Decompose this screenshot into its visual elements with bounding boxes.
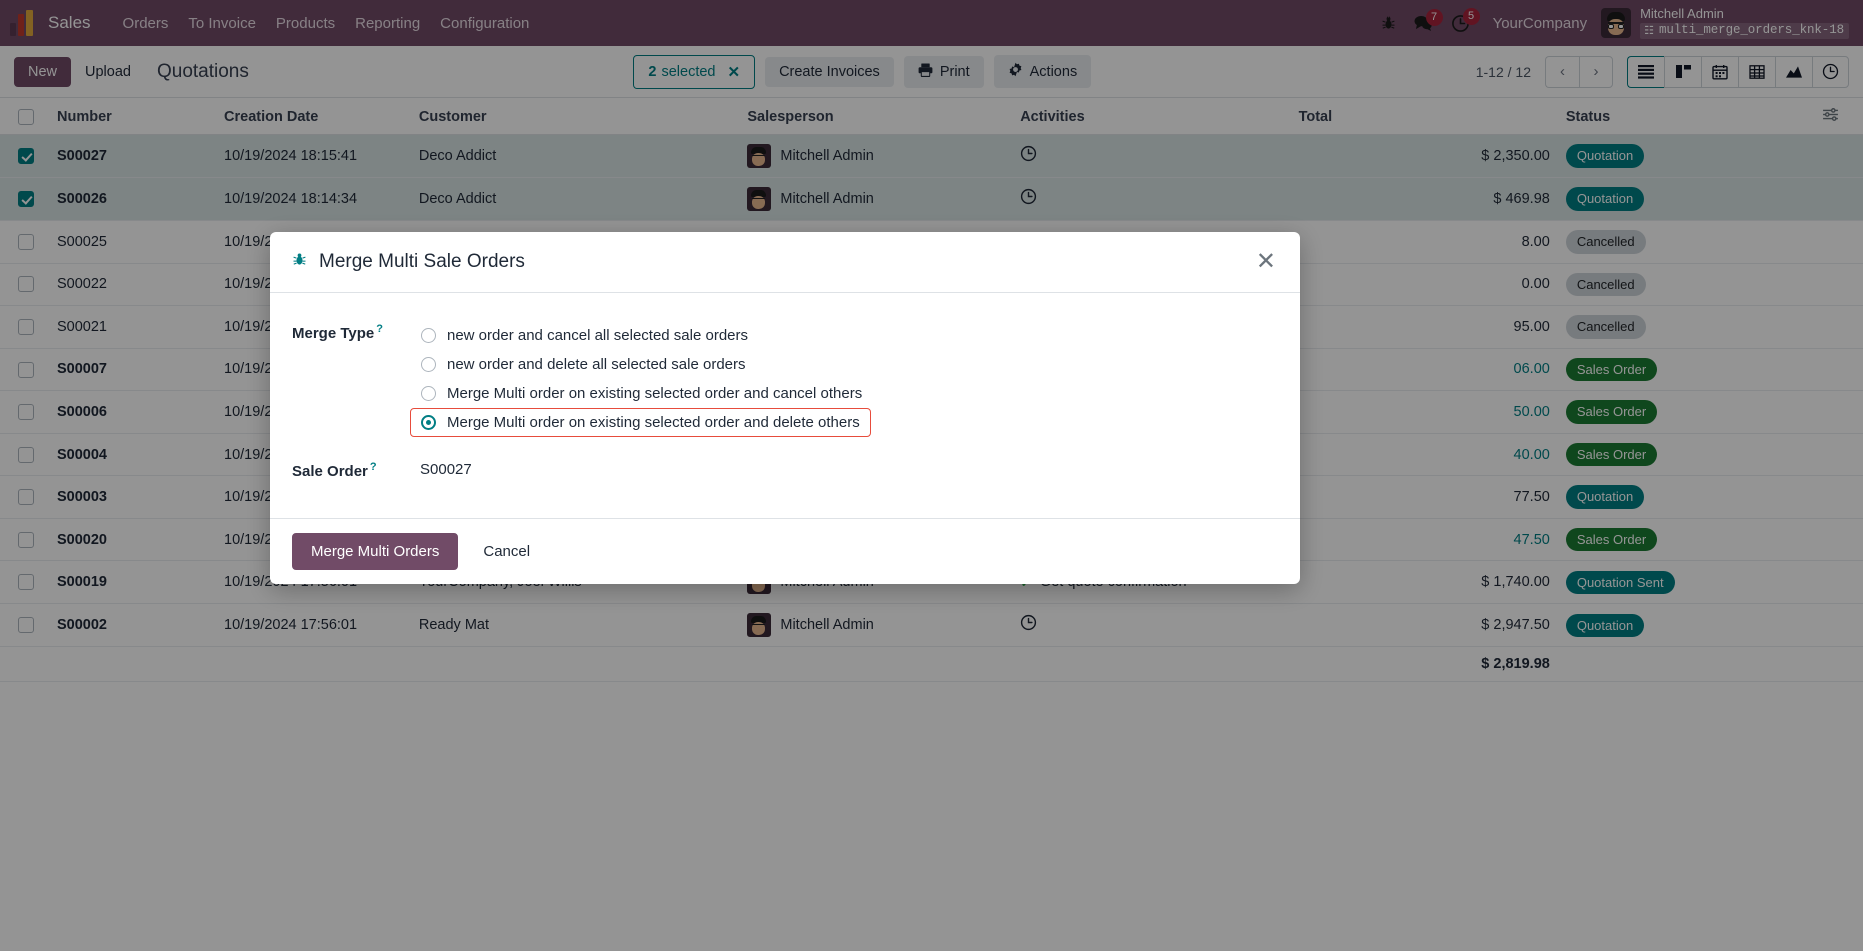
radio-button[interactable] <box>421 357 436 372</box>
modal-footer: Merge Multi Orders Cancel <box>270 518 1300 584</box>
modal-header: Merge Multi Sale Orders ✕ <box>270 232 1300 293</box>
radio-button[interactable] <box>421 386 436 401</box>
merge-type-option-3[interactable]: Merge Multi order on existing selected o… <box>410 408 872 437</box>
modal-title: Merge Multi Sale Orders <box>319 251 525 272</box>
merge-type-option-label: new order and cancel all selected sale o… <box>447 327 749 344</box>
merge-type-label-text: Merge Type <box>292 325 375 342</box>
merge-type-option-0[interactable]: new order and cancel all selected sale o… <box>410 321 871 350</box>
sale-order-value[interactable]: S00027 <box>410 459 472 478</box>
merge-type-option-1[interactable]: new order and delete all selected sale o… <box>410 350 871 379</box>
sale-order-label: Sale Order? <box>292 459 410 480</box>
merge-type-help-icon[interactable]: ? <box>376 323 383 335</box>
merge-type-option-label: Merge Multi order on existing selected o… <box>447 385 863 402</box>
merge-multi-orders-button[interactable]: Merge Multi Orders <box>292 533 459 570</box>
merge-type-option-label: Merge Multi order on existing selected o… <box>447 414 860 431</box>
sale-order-field: Sale Order? S00027 <box>292 459 1278 480</box>
merge-type-radio-group: new order and cancel all selected sale o… <box>410 321 872 437</box>
radio-button[interactable] <box>421 328 436 343</box>
radio-button[interactable] <box>421 415 436 430</box>
cancel-button[interactable]: Cancel <box>466 533 547 570</box>
bug-icon <box>292 252 307 272</box>
merge-type-field: Merge Type? new order and cancel all sel… <box>292 321 1278 437</box>
modal-body: Merge Type? new order and cancel all sel… <box>270 293 1300 518</box>
merge-type-option-2[interactable]: Merge Multi order on existing selected o… <box>410 379 871 408</box>
sale-order-help-icon[interactable]: ? <box>370 461 377 473</box>
merge-multi-sale-orders-dialog: Merge Multi Sale Orders ✕ Merge Type? ne… <box>270 232 1300 584</box>
merge-type-label: Merge Type? <box>292 321 410 342</box>
merge-type-option-label: new order and delete all selected sale o… <box>447 356 746 373</box>
sale-order-label-text: Sale Order <box>292 463 368 480</box>
close-icon[interactable]: ✕ <box>1252 250 1280 274</box>
